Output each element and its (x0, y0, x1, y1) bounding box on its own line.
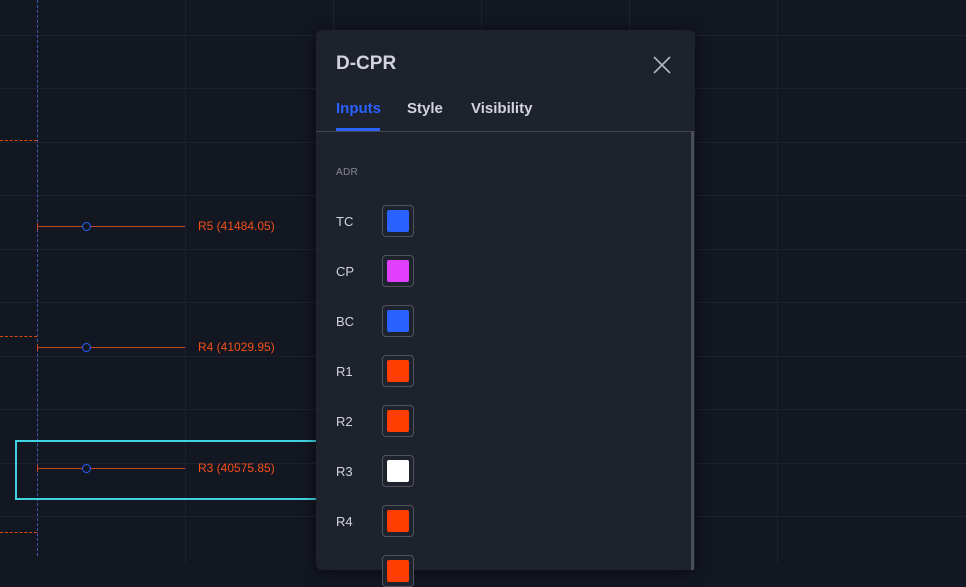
r1-color-swatch[interactable] (382, 355, 414, 387)
color-fill (387, 260, 409, 282)
tabs-divider (316, 131, 695, 132)
tab-visibility[interactable]: Visibility (471, 100, 532, 117)
scrollbar[interactable] (691, 132, 694, 570)
tab-style[interactable]: Style (407, 100, 443, 117)
color-fill (387, 210, 409, 232)
r4-anchor-marker[interactable] (82, 343, 91, 352)
r4-level-line[interactable] (37, 344, 185, 351)
previous-level-line (0, 336, 37, 337)
input-label-bc: BC (336, 314, 355, 329)
close-icon (653, 56, 671, 74)
r4-level-label: R4 (41029.95) (198, 340, 275, 354)
previous-level-line (0, 140, 37, 141)
section-label-adr: ADR (336, 167, 359, 178)
indicator-settings-dialog: D-CPR Inputs Style Visibility ADR TC CP … (316, 30, 695, 587)
input-label-cp: CP (336, 264, 355, 279)
cp-color-swatch[interactable] (382, 255, 414, 287)
color-fill (387, 460, 409, 482)
r5-anchor-marker[interactable] (82, 222, 91, 231)
close-button[interactable] (650, 53, 674, 77)
grid-line-vertical (777, 0, 778, 564)
dialog-title: D-CPR (336, 53, 397, 74)
r5-color-swatch[interactable] (382, 555, 414, 587)
input-label-tc: TC (336, 214, 354, 229)
tc-color-swatch[interactable] (382, 205, 414, 237)
r3-color-swatch[interactable] (382, 455, 414, 487)
r5-level-line[interactable] (37, 223, 185, 230)
r2-color-swatch[interactable] (382, 405, 414, 437)
color-fill (387, 510, 409, 532)
input-label-r4: R4 (336, 514, 353, 529)
r5-level-label: R5 (41484.05) (198, 219, 275, 233)
input-label-r1: R1 (336, 364, 353, 379)
r4-color-swatch[interactable] (382, 505, 414, 537)
input-label-r3: R3 (336, 464, 353, 479)
bc-color-swatch[interactable] (382, 305, 414, 337)
color-fill (387, 360, 409, 382)
color-fill (387, 560, 409, 582)
color-fill (387, 310, 409, 332)
input-label-r2: R2 (336, 414, 353, 429)
previous-level-line (0, 532, 37, 533)
tab-inputs[interactable]: Inputs (336, 100, 381, 117)
color-fill (387, 410, 409, 432)
